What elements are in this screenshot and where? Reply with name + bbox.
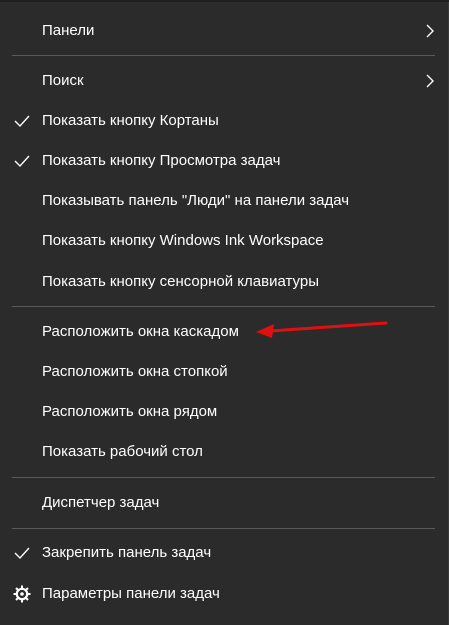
menu-item-label: Поиск (42, 72, 84, 89)
menu-item-taskbar-settings[interactable]: Параметры панели задач (0, 574, 449, 614)
menu-item-label: Панели (42, 22, 95, 39)
menu-item-label: Показать кнопку Windows Ink Workspace (42, 232, 324, 249)
menu-item-show-cortana[interactable]: Показать кнопку Кортаны (0, 101, 449, 141)
menu-item-panels[interactable]: Панели (0, 11, 449, 51)
chevron-right-icon (426, 24, 434, 38)
menu-item-label: Показать кнопку сенсорной клавиатуры (42, 273, 319, 290)
menu-item-show-ink-workspace[interactable]: Показать кнопку Windows Ink Workspace (0, 221, 449, 261)
menu-item-label: Диспетчер задач (42, 494, 160, 511)
menu-item-lock-taskbar[interactable]: Закрепить панель задач (0, 533, 449, 573)
checkmark-icon (12, 544, 32, 562)
menu-item-label: Показывать панель "Люди" на панели задач (42, 192, 350, 209)
menu-item-show-touch-keyboard[interactable]: Показать кнопку сенсорной клавиатуры (0, 262, 449, 302)
menu-item-label: Расположить окна каскадом (42, 323, 239, 340)
menu-item-search[interactable]: Поиск (0, 61, 449, 101)
menu-item-show-task-view[interactable]: Показать кнопку Просмотра задач (0, 141, 449, 181)
gear-icon (12, 585, 32, 603)
menu-item-label: Расположить окна рядом (42, 403, 218, 420)
annotation-arrow-icon (256, 321, 388, 338)
menu-item-show-desktop[interactable]: Показать рабочий стол (0, 432, 449, 472)
menu-item-label: Показать кнопку Просмотра задач (42, 152, 281, 169)
menu-item-show-people[interactable]: Показывать панель "Люди" на панели задач (0, 181, 449, 221)
menu-item-stack-windows[interactable]: Расположить окна стопкой (0, 352, 449, 392)
checkmark-icon (12, 152, 32, 170)
taskbar-context-menu: Панели Поиск Показать кнопку Кортаны Пок… (0, 0, 449, 625)
menu-item-task-manager[interactable]: Диспетчер задач (0, 483, 449, 523)
checkmark-icon (12, 112, 32, 130)
menu-item-label: Закрепить панель задач (42, 544, 212, 561)
menu-separator (12, 55, 435, 56)
menu-item-label: Параметры панели задач (42, 585, 220, 602)
menu-top-edge (0, 0, 449, 2)
chevron-right-icon (426, 74, 434, 88)
menu-item-side-by-side-windows[interactable]: Расположить окна рядом (0, 392, 449, 432)
menu-item-label: Показать кнопку Кортаны (42, 112, 219, 129)
menu-separator (12, 528, 435, 529)
menu-separator (12, 477, 435, 478)
menu-item-label: Показать рабочий стол (42, 443, 203, 460)
menu-item-label: Расположить окна стопкой (42, 363, 228, 380)
menu-separator (12, 306, 435, 307)
